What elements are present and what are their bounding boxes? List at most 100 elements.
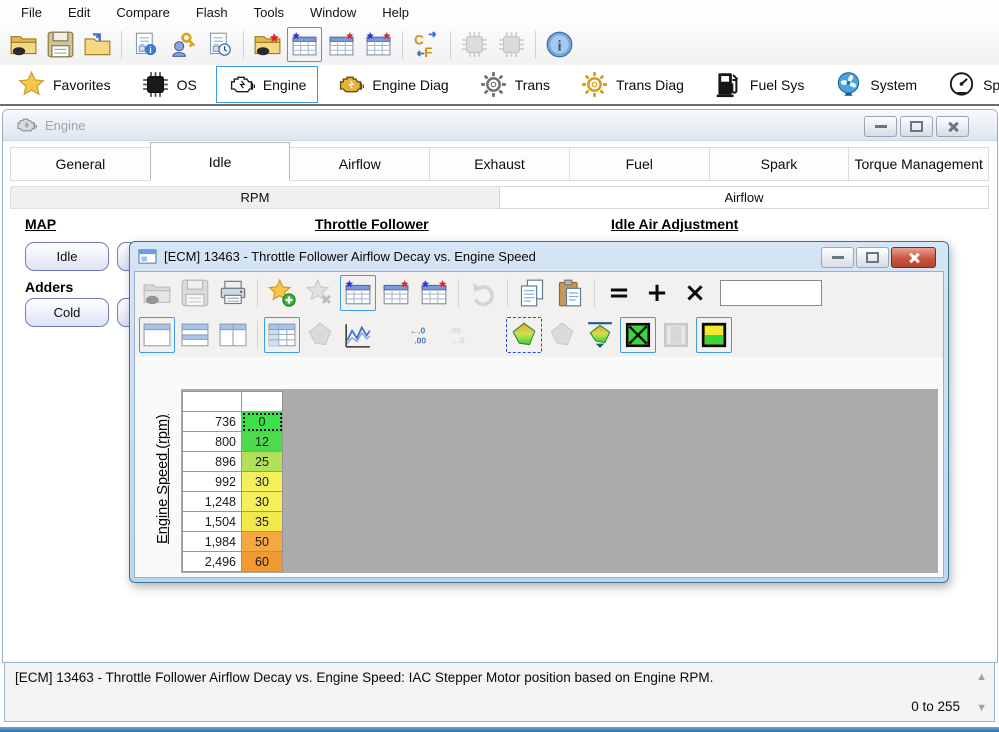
category-trans-diag[interactable]: Trans Diag [569,66,696,103]
crosshatch-cell-icon[interactable] [620,317,656,353]
scroll-down-icon[interactable]: ▼ [976,702,987,714]
rpm-cell[interactable]: 896 [183,452,242,472]
rpm-cell[interactable]: 1,248 [183,492,242,512]
category-speedo[interactable]: Speedo [936,66,999,103]
value-cell[interactable]: 30 [242,492,283,512]
open-bin-icon[interactable] [6,27,41,62]
rpm-cell[interactable]: 800 [183,432,242,452]
idle-button[interactable]: Idle [25,242,109,271]
ecm-window-title: [ECM] 13463 - Throttle Follower Airflow … [164,249,536,264]
tab-spark[interactable]: Spark [709,147,850,181]
view-table-icon[interactable] [264,317,300,353]
bin-history-icon[interactable] [202,27,237,62]
menu-compare[interactable]: Compare [103,2,182,23]
value-cell[interactable]: 0 [242,412,283,432]
value-cell[interactable]: 60 [242,552,283,572]
color-surface-icon[interactable] [506,317,542,353]
compare-table-red-star-icon[interactable] [378,275,414,311]
read-flash-chip-icon [457,27,492,62]
ecm-minimize-button[interactable] [821,247,854,268]
category-trans[interactable]: Trans [468,66,562,103]
category-label: Trans [515,77,550,93]
rpm-cell[interactable]: 2,496 [183,552,242,572]
compare-table-red-star-icon[interactable] [324,27,359,62]
paste-icon[interactable] [552,275,588,311]
print-icon[interactable] [215,275,251,311]
svg-text:i: i [149,45,152,55]
tab-idle[interactable]: Idle [150,142,291,181]
menu-bar: FileEditCompareFlashToolsWindowHelp [0,0,999,24]
compare-table-blue-red-star-icon[interactable] [361,27,396,62]
menu-tools[interactable]: Tools [241,2,297,23]
security-key-icon[interactable] [165,27,200,62]
rpm-cell[interactable]: 1,984 [183,532,242,552]
menu-window[interactable]: Window [297,2,369,23]
cold-button[interactable]: Cold [25,298,109,327]
category-label: Engine Diag [372,77,448,93]
menu-flash[interactable]: Flash [183,2,241,23]
maximize-icon [866,252,879,263]
category-engine[interactable]: Engine [216,66,319,103]
subtab-rpm[interactable]: RPM [10,186,500,209]
flip-surface-icon[interactable] [582,317,618,353]
view-hsplit-pane-icon[interactable] [177,317,213,353]
ecm-maximize-button[interactable] [856,247,889,268]
category-os[interactable]: OS [130,66,209,103]
tab-airflow[interactable]: Airflow [289,147,430,181]
value-cell[interactable]: 30 [242,472,283,492]
category-system[interactable]: System [823,66,929,103]
view-single-pane-icon[interactable] [139,317,175,353]
copy-icon[interactable] [514,275,550,311]
scroll-up-icon[interactable]: ▲ [976,671,987,683]
category-label: System [870,77,917,93]
multiply-operator-icon[interactable]: × [677,275,713,311]
unit-convert-cf-icon[interactable]: CF [409,27,444,62]
engine-minimize-button[interactable] [864,116,897,137]
value-cell[interactable]: 50 [242,532,283,552]
value-cell[interactable]: 35 [242,512,283,532]
engine-window-title: Engine [45,118,85,133]
subtab-airflow[interactable]: Airflow [499,186,989,209]
toolbar-separator [535,31,536,59]
menu-edit[interactable]: Edit [55,2,103,23]
heatmap-cell-icon[interactable] [696,317,732,353]
fuel-pump-icon [715,71,742,98]
view-vsplit-pane-icon[interactable] [215,317,251,353]
link-throttle-follower[interactable]: Throttle Follower [315,216,429,232]
rpm-cell[interactable]: 992 [183,472,242,492]
view-line-chart-icon[interactable] [340,317,376,353]
menu-help[interactable]: Help [369,2,422,23]
link-map[interactable]: MAP [25,216,56,232]
tab-general[interactable]: General [10,147,151,181]
category-fuel-sys[interactable]: Fuel Sys [703,66,816,103]
close-bin-icon[interactable] [80,27,115,62]
add-favorite-star-icon[interactable] [264,275,300,311]
engine-close-button[interactable] [936,116,969,137]
plus-operator-icon[interactable]: + [639,275,675,311]
equals-operator-icon[interactable]: = [601,275,637,311]
category-favorites[interactable]: Favorites [6,66,123,103]
decrease-decimals-icon[interactable]: ←.0.00 [404,317,440,353]
tuner-application-window: FileEditCompareFlashToolsWindowHelp i CF i… [0,0,999,732]
math-value-input[interactable] [720,280,822,306]
menu-file[interactable]: File [8,2,55,23]
value-cell[interactable]: 12 [242,432,283,452]
increase-decimals-icon: .00→.0 [442,317,478,353]
link-idle-air-adjustment[interactable]: Idle Air Adjustment [611,216,738,232]
ecm-close-button[interactable] [891,247,936,268]
save-bin-icon[interactable] [43,27,78,62]
info-icon[interactable]: i [542,27,577,62]
rpm-cell[interactable]: 736 [183,412,242,432]
tab-fuel[interactable]: Fuel [569,147,710,181]
compare-table-blue-star-icon[interactable] [287,27,322,62]
open-compare-icon[interactable] [250,27,285,62]
engine-maximize-button[interactable] [900,116,933,137]
category-engine-diag[interactable]: Engine Diag [325,66,460,103]
bin-properties-icon[interactable]: i [128,27,163,62]
compare-table-blue-star-icon[interactable] [340,275,376,311]
compare-table-blue-red-star-icon[interactable] [416,275,452,311]
tab-torque-management[interactable]: Torque Management [848,147,989,181]
tab-exhaust[interactable]: Exhaust [429,147,570,181]
rpm-cell[interactable]: 1,504 [183,512,242,532]
value-cell[interactable]: 25 [242,452,283,472]
